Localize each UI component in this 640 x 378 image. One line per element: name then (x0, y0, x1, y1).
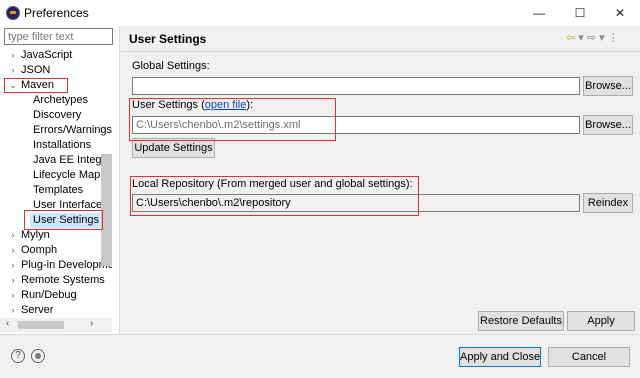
tree-item-run-debug[interactable]: › Run/Debug (0, 288, 101, 303)
tree-horizontal-scrollbar[interactable]: ‹ › (0, 318, 112, 332)
back-arrow-icon[interactable]: ⇦ (566, 32, 575, 44)
tree-item-label: Installations (33, 139, 92, 151)
collapsed-chevron-icon[interactable]: › (8, 48, 18, 63)
tree-item-user-settings[interactable]: User Settings (30, 213, 101, 228)
tree-vertical-scrollbar[interactable] (101, 154, 112, 266)
tree-item-remote-systems[interactable]: › Remote Systems (0, 273, 105, 288)
restore-defaults-button[interactable]: Restore Defaults (478, 311, 564, 331)
collapsed-chevron-icon[interactable]: › (8, 258, 18, 273)
tree-item-discovery[interactable]: Discovery (0, 108, 101, 123)
tree-item-label: Oomph (21, 244, 58, 256)
collapsed-chevron-icon[interactable]: › (8, 288, 18, 303)
tree-item-java-ee-integration[interactable]: Java EE Integration (0, 153, 112, 168)
tree-item-javascript[interactable]: › JavaScript (0, 48, 101, 63)
forward-arrow-icon[interactable]: ⇨ (587, 32, 596, 44)
cancel-button[interactable]: Cancel (548, 347, 630, 367)
reindex-button[interactable]: Reindex (583, 193, 633, 213)
tree-item-label: Mylyn (21, 229, 50, 241)
user-browse-button[interactable]: Browse... (583, 115, 633, 135)
scroll-left-icon[interactable]: ‹ (6, 318, 9, 329)
scroll-thumb[interactable] (18, 321, 64, 329)
page-navigation: ⇦ ▾ ⇨ ▾ ⋮ (566, 31, 619, 44)
tree-item-label: Plug-in Development (21, 259, 112, 271)
user-settings-label-text: User Settings ( (132, 99, 205, 111)
dialog-button-bar: ? Apply and Close Cancel (0, 334, 640, 378)
preferences-tree: › JavaScript › JSON ⌄ Maven Archetypes Discover… (0, 48, 112, 314)
tree-item-lifecycle-mappings[interactable]: Lifecycle Mappings (0, 168, 112, 183)
tree-item-oomph[interactable]: › Oomph (0, 243, 101, 258)
expanded-chevron-icon[interactable]: ⌄ (8, 78, 18, 93)
title-separator (121, 51, 640, 52)
tree-item-label: User Interface (33, 199, 103, 211)
local-repository-field: C:\Users\chenbo\.m2\repository (132, 194, 580, 212)
user-settings-page: User Settings ⇦ ▾ ⇨ ▾ ⋮ Global Settings:… (121, 26, 640, 334)
tree-item-label: Run/Debug (21, 289, 77, 301)
tree-item-label: Maven (21, 79, 55, 91)
title-bar: Preferences — ☐ ✕ (0, 0, 640, 26)
global-settings-field[interactable] (132, 77, 580, 95)
collapsed-chevron-icon[interactable]: › (8, 63, 18, 78)
tree-item-user-interface[interactable]: User Interface (0, 198, 103, 213)
tree-item-maven[interactable]: ⌄ Maven (0, 78, 101, 93)
collapsed-chevron-icon[interactable]: › (8, 273, 18, 288)
tree-item-label: Templates (33, 184, 84, 196)
tree-item-json[interactable]: › JSON (0, 63, 101, 78)
back-menu-icon[interactable]: ▾ (578, 32, 584, 44)
tree-item-label: Archetypes (33, 94, 89, 106)
user-settings-label-end: ): (246, 99, 254, 111)
page-title: User Settings (129, 32, 207, 46)
tree-item-archetypes[interactable]: Archetypes (0, 93, 101, 108)
user-settings-field[interactable]: C:\Users\chenbo\.m2\settings.xml (132, 116, 580, 134)
local-repository-label: Local Repository (From merged user and g… (132, 178, 413, 190)
global-settings-label: Global Settings: (132, 60, 210, 72)
collapsed-chevron-icon[interactable]: › (8, 228, 18, 243)
tree-item-label: User Settings (33, 214, 100, 226)
tree-item-mylyn[interactable]: › Mylyn (0, 228, 101, 243)
preferences-tree-pane: ›JavaScript›JSON⌄MavenArchetypesDiscover… (0, 26, 120, 334)
minimize-button[interactable]: — (519, 0, 559, 26)
window-title: Preferences (24, 6, 89, 20)
user-settings-label: User Settings (open file): (132, 99, 253, 111)
tree-item-label: Remote Systems (21, 274, 105, 286)
record-icon[interactable] (31, 349, 45, 363)
apply-and-close-button[interactable]: Apply and Close (459, 347, 541, 367)
tree-item-plug-in-development[interactable]: ›Plug-in Development (0, 258, 113, 273)
tree-item-errors-warnings[interactable]: Errors/Warnings (0, 123, 112, 138)
open-file-link[interactable]: open file (205, 99, 247, 111)
apply-button[interactable]: Apply (567, 311, 635, 331)
tree-item-label: Server (21, 304, 54, 314)
tree-item-label: JavaScript (21, 49, 73, 61)
tree-item-label: JSON (21, 64, 51, 76)
eclipse-app-icon (6, 6, 20, 20)
collapsed-chevron-icon[interactable]: › (8, 243, 18, 258)
global-browse-button[interactable]: Browse... (583, 76, 633, 96)
tree-item-label: Errors/Warnings (33, 124, 112, 136)
collapsed-chevron-icon[interactable]: › (8, 303, 18, 314)
maximize-button[interactable]: ☐ (560, 0, 600, 26)
scroll-right-icon[interactable]: › (90, 318, 93, 329)
tree-item-server[interactable]: › Server (0, 303, 101, 314)
close-button[interactable]: ✕ (600, 0, 640, 26)
help-icon[interactable]: ? (11, 349, 25, 363)
view-menu-icon[interactable]: ⋮ (608, 32, 619, 44)
record-dot (35, 353, 41, 359)
filter-input[interactable] (4, 28, 113, 45)
tree-item-templates[interactable]: Templates (0, 183, 101, 198)
forward-menu-icon[interactable]: ▾ (599, 32, 605, 44)
tree-item-installations[interactable]: Installations (0, 138, 101, 153)
update-settings-button[interactable]: Update Settings (132, 138, 215, 158)
tree-item-label: Discovery (33, 109, 82, 121)
